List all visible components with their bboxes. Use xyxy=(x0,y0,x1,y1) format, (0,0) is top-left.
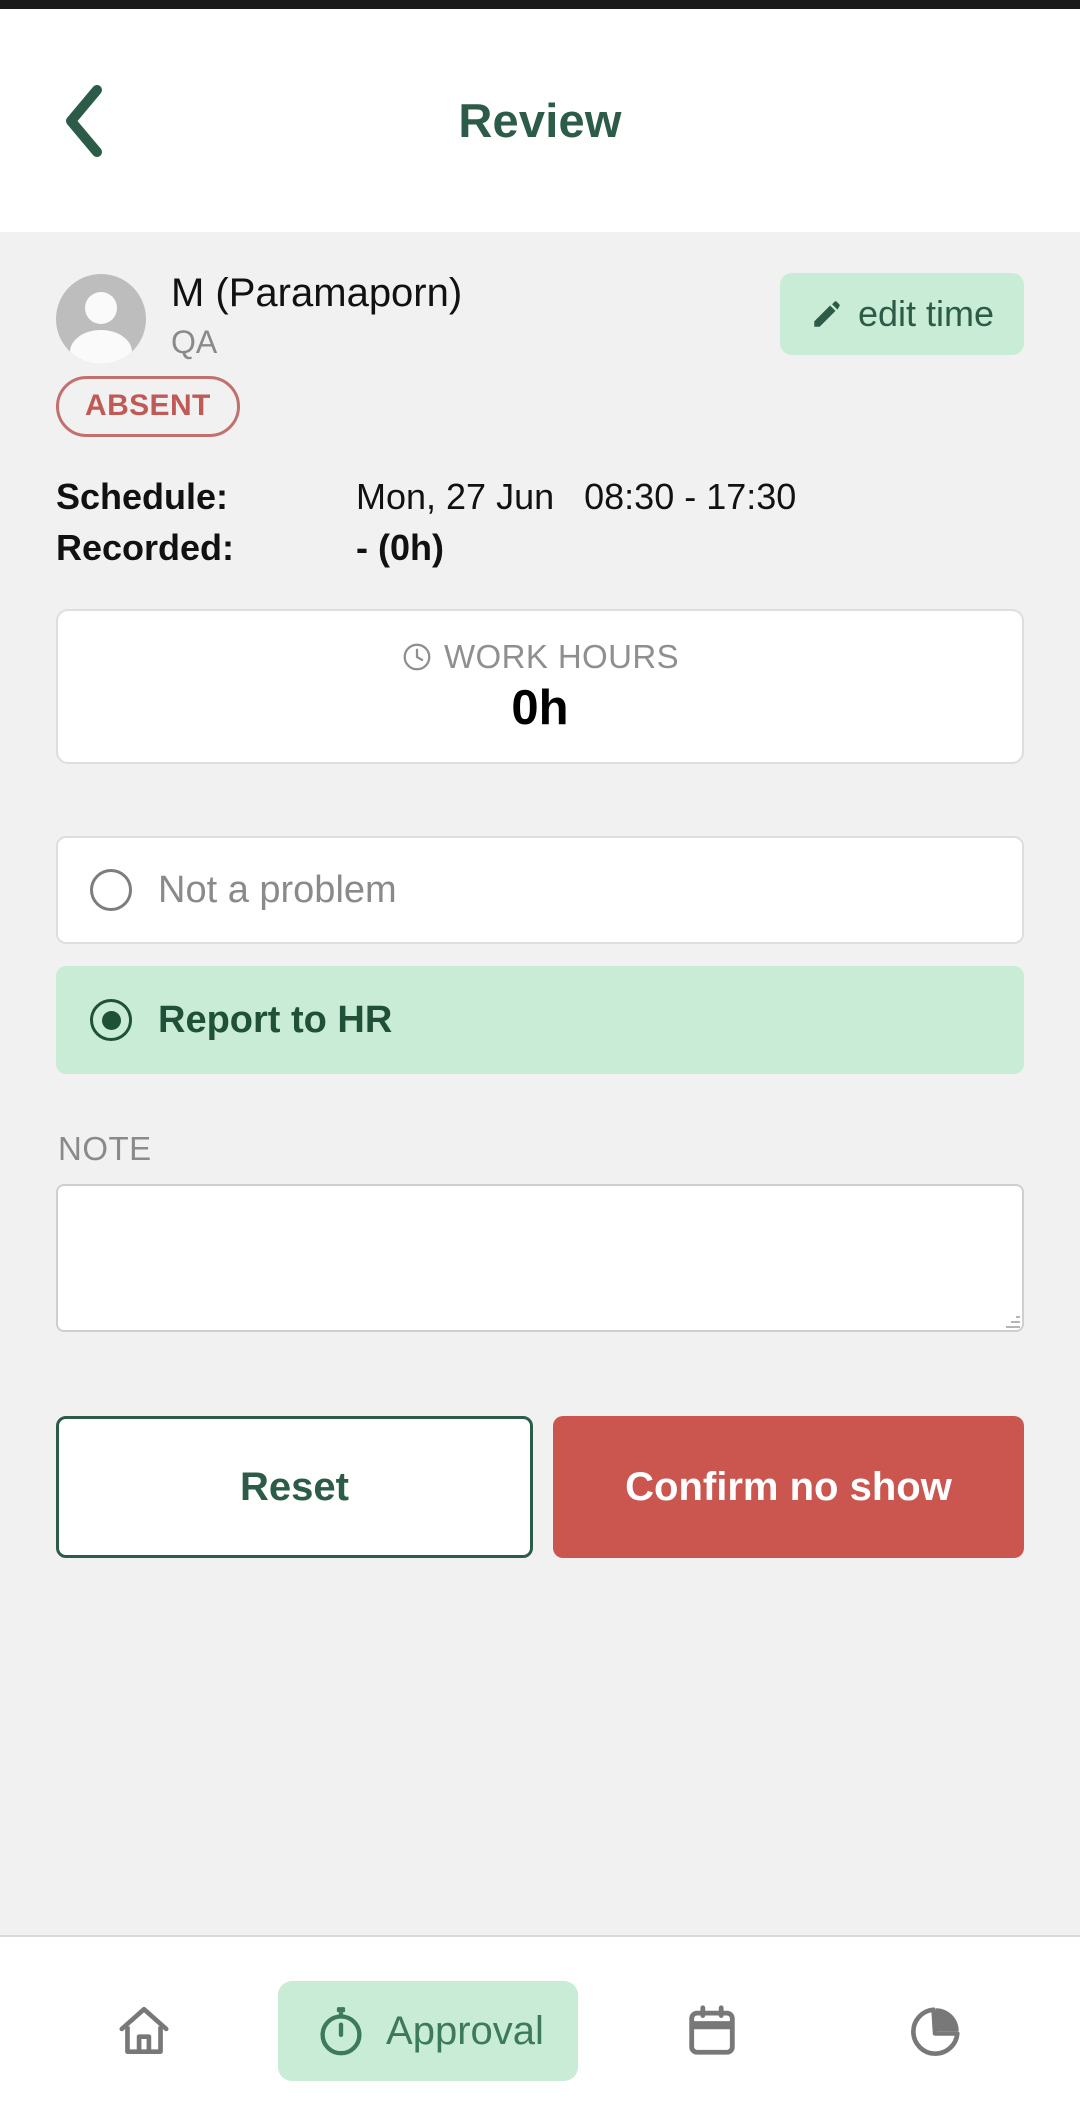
clock-icon xyxy=(403,643,431,671)
note-wrapper xyxy=(56,1184,1024,1333)
chevron-left-icon xyxy=(66,84,102,157)
person-name: M (Paramaporn) xyxy=(171,271,463,315)
nav-item-approval[interactable]: Approval xyxy=(278,1981,578,2081)
nav-item-home[interactable] xyxy=(32,1981,256,2081)
radio-checked-icon xyxy=(90,999,132,1042)
status-badge-row: ABSENT xyxy=(56,376,1024,437)
pencil-icon xyxy=(814,301,840,327)
option-not-a-problem[interactable]: Not a problem xyxy=(56,836,1024,945)
person-summary: M (Paramaporn) QA edit time xyxy=(56,232,1024,364)
stopwatch-icon xyxy=(320,2007,362,2056)
main-content: M (Paramaporn) QA edit time ABSENT Sched… xyxy=(0,232,1080,1937)
schedule-row: Schedule: Mon, 27 Jun 08:30 - 17:30 xyxy=(56,471,1024,522)
edit-time-button[interactable]: edit time xyxy=(779,273,1024,355)
page-title: Review xyxy=(458,94,622,147)
pie-chart-icon xyxy=(911,2007,960,2056)
calendar-icon xyxy=(689,2005,735,2055)
schedule-date: Mon, 27 Jun xyxy=(356,476,555,517)
nav-item-reports[interactable] xyxy=(824,1981,1048,2081)
avatar xyxy=(56,274,146,364)
app-screen: Review M (Paramaporn) QA edit time ABSEN… xyxy=(0,0,1080,2125)
edit-time-label: edit time xyxy=(857,293,994,334)
radio-unchecked-icon xyxy=(90,869,132,912)
avatar-body xyxy=(70,330,132,364)
schedule-label: Schedule: xyxy=(56,476,229,517)
note-label: NOTE xyxy=(58,1130,152,1168)
work-hours-value: 0h xyxy=(511,680,569,735)
status-bar xyxy=(0,0,1080,9)
work-hours-card: WORK HOURS 0h xyxy=(56,609,1024,765)
schedule-time: 08:30 - 17:30 xyxy=(584,476,797,517)
status-badge: ABSENT xyxy=(56,376,240,437)
reset-button[interactable]: Reset xyxy=(56,1416,533,1559)
recorded-label: Recorded: xyxy=(56,527,235,569)
option-report-to-hr[interactable]: Report to HR xyxy=(56,966,1024,1075)
person-text: M (Paramaporn) QA xyxy=(171,267,780,363)
resolution-options: Not a problem Report to HR xyxy=(56,836,1024,1075)
recorded-row: Recorded: - (0h) xyxy=(56,522,1024,573)
avatar-head xyxy=(85,292,117,324)
app-header: Review xyxy=(0,9,1080,232)
option-report-to-hr-label: Report to HR xyxy=(158,998,393,1041)
work-hours-label-row: WORK HOURS xyxy=(401,638,679,676)
home-icon xyxy=(119,2006,169,2054)
work-hours-label: WORK HOURS xyxy=(444,637,679,675)
info-block: Schedule: Mon, 27 Jun 08:30 - 17:30 Reco… xyxy=(56,471,1024,573)
option-not-a-problem-label: Not a problem xyxy=(158,868,397,911)
recorded-value: - (0h) xyxy=(356,527,444,569)
person-role: QA xyxy=(171,323,218,360)
action-buttons: Reset Confirm no show xyxy=(56,1416,1024,1559)
radio-dot xyxy=(101,1010,121,1030)
bottom-navigation: Approval xyxy=(0,1937,1080,2125)
back-button[interactable] xyxy=(42,79,126,163)
note-input[interactable] xyxy=(56,1184,1024,1333)
nav-item-calendar[interactable] xyxy=(600,1981,824,2081)
nav-item-approval-label: Approval xyxy=(386,2008,544,2053)
confirm-no-show-button[interactable]: Confirm no show xyxy=(553,1416,1024,1559)
note-block: NOTE xyxy=(56,1130,1024,1333)
